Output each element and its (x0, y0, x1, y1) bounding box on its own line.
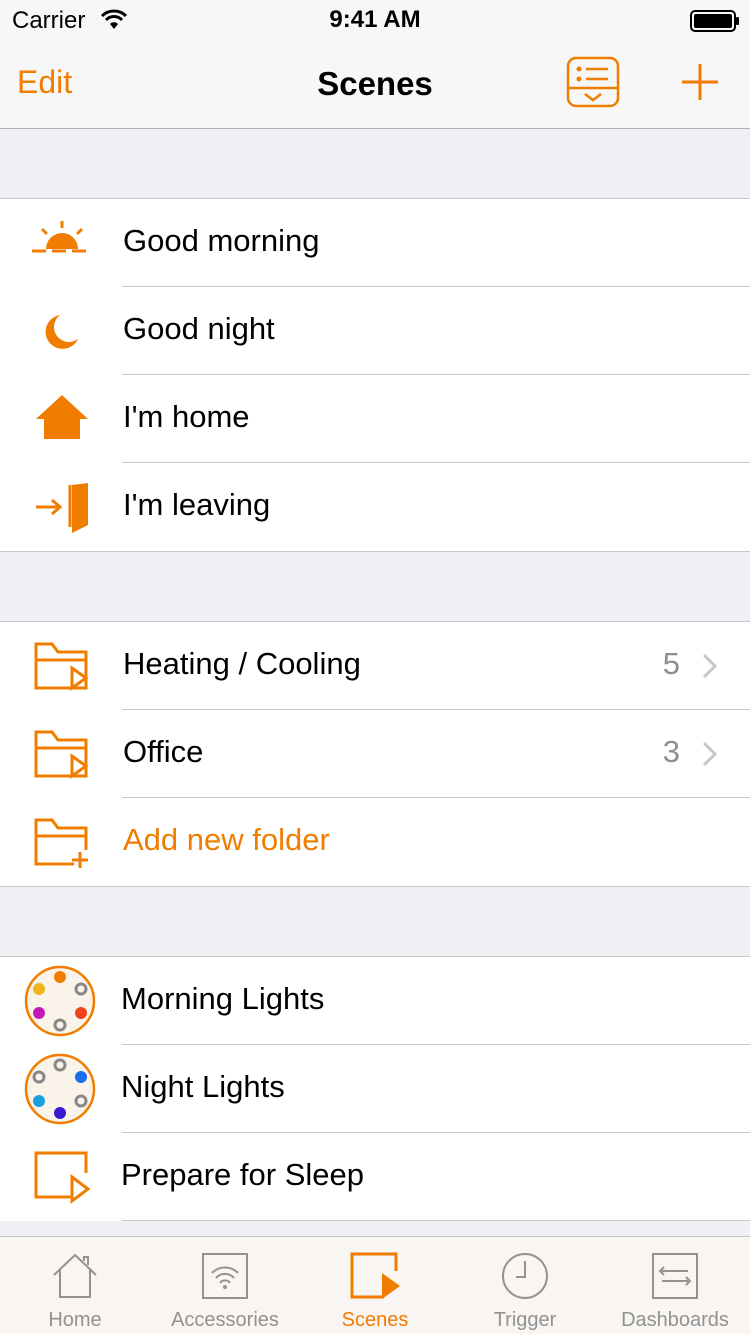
folder-count: 5 (662, 646, 680, 681)
navigation-bar: Edit Scenes (0, 40, 750, 129)
tab-trigger[interactable]: Trigger (450, 1237, 600, 1334)
page-title: Scenes (317, 65, 433, 102)
sunrise-icon (32, 221, 92, 253)
scene-label: Good morning (123, 223, 320, 258)
scene-play-icon (34, 1151, 91, 1204)
clock-icon (502, 1253, 548, 1299)
light-colors-icon (24, 1053, 96, 1125)
chevron-right-icon (702, 741, 718, 767)
folder-label: Office (123, 734, 204, 769)
folder-add-icon (34, 818, 88, 868)
tab-label: Scenes (341, 1309, 409, 1331)
folder-row-office[interactable]: Office 3 (0, 710, 750, 798)
folder-count: 3 (662, 734, 680, 769)
scene-row-morning-lights[interactable]: Morning Lights (0, 957, 750, 1045)
scene-label: Night Lights (121, 1069, 285, 1104)
scenes-icon (350, 1252, 400, 1299)
scene-row-good-morning[interactable]: Good morning (0, 199, 750, 287)
folder-play-icon (34, 730, 89, 779)
scene-list-section: Morning Lights Night Lights Prepare for … (0, 956, 750, 1221)
scene-row-prepare-for-sleep[interactable]: Prepare for Sleep (0, 1133, 750, 1221)
moon-icon (45, 315, 78, 349)
dashboards-icon (652, 1253, 698, 1299)
add-folder-label: Add new folder (123, 822, 330, 857)
tab-dashboards[interactable]: Dashboards (600, 1237, 750, 1334)
scene-row-im-home[interactable]: I'm home (0, 375, 750, 463)
list-view-icon[interactable] (566, 56, 620, 108)
folder-play-icon (34, 642, 89, 691)
add-folder-row[interactable]: Add new folder (0, 798, 750, 886)
tab-label: Dashboards (621, 1309, 729, 1331)
scene-label: Prepare for Sleep (121, 1157, 364, 1192)
status-bar: Carrier 9:41 AM (0, 0, 750, 40)
folder-label: Heating / Cooling (123, 646, 361, 681)
home-icon (53, 1253, 97, 1298)
scene-row-night-lights[interactable]: Night Lights (0, 1045, 750, 1133)
edit-button[interactable]: Edit (17, 64, 72, 101)
chevron-right-icon (702, 653, 718, 679)
tab-accessories[interactable]: Accessories (150, 1237, 300, 1334)
scene-label: Good night (123, 311, 275, 346)
scene-row-im-leaving[interactable]: I'm leaving (0, 463, 750, 551)
scene-label: I'm leaving (123, 487, 271, 522)
add-icon[interactable] (680, 62, 720, 102)
tab-home[interactable]: Home (0, 1237, 150, 1334)
accessories-icon (202, 1253, 248, 1299)
door-exit-icon (36, 483, 88, 533)
house-icon (36, 395, 88, 439)
tab-label: Accessories (171, 1309, 279, 1331)
scene-label: Morning Lights (121, 981, 325, 1016)
clock-time: 9:41 AM (329, 6, 421, 33)
folders-section: Heating / Cooling 5 Office 3 Add new fol… (0, 621, 750, 887)
folder-row-heating-cooling[interactable]: Heating / Cooling 5 (0, 622, 750, 710)
battery-icon (690, 10, 739, 32)
scene-row-good-night[interactable]: Good night (0, 287, 750, 375)
tab-scenes[interactable]: Scenes (300, 1237, 450, 1334)
tab-bar: Home Accessories Scenes Trigger Dashboar… (0, 1236, 750, 1334)
scenes-section: Good morning Good night I'm home I'm lea… (0, 198, 750, 552)
scene-label: I'm home (123, 399, 250, 434)
tab-label: Home (48, 1309, 102, 1331)
light-colors-icon (24, 965, 96, 1037)
tab-label: Trigger (493, 1309, 557, 1331)
